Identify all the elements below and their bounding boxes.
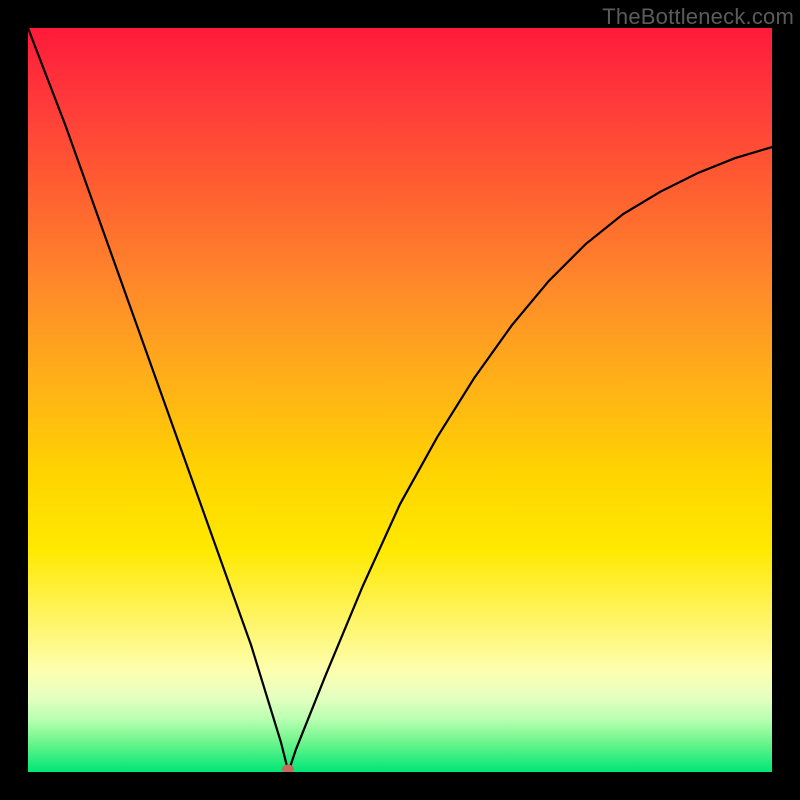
plot-area: [28, 28, 772, 772]
chart-frame: TheBottleneck.com: [0, 0, 800, 800]
optimum-marker: [282, 765, 294, 773]
watermark-text: TheBottleneck.com: [602, 4, 794, 30]
bottleneck-curve: [28, 28, 772, 772]
